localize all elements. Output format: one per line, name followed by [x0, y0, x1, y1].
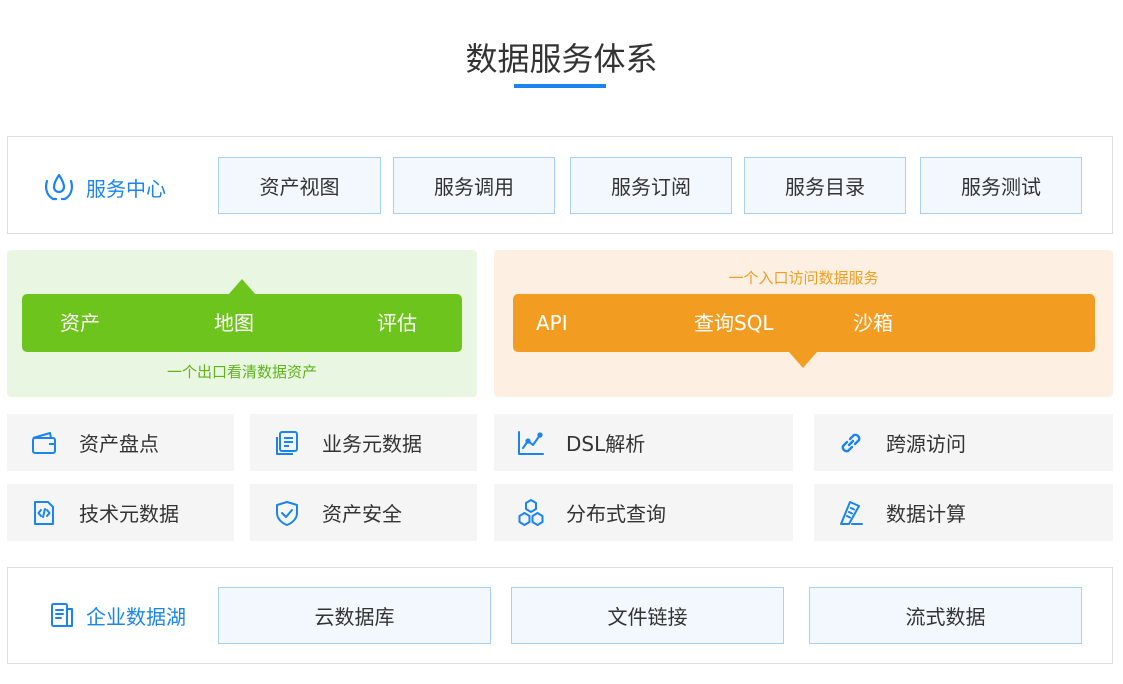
- feature-tile-asset-inventory[interactable]: 资产盘点: [7, 414, 234, 471]
- feature-label: 分布式查询: [566, 502, 666, 526]
- hexagons-icon: [516, 498, 546, 528]
- page-title: 数据服务体系: [465, 40, 658, 78]
- feature-label: DSL解析: [566, 432, 646, 456]
- data-lake-label: 企业数据湖: [48, 598, 186, 632]
- feature-tile-business-metadata[interactable]: 业务元数据: [250, 414, 477, 471]
- service-test-button[interactable]: 服务测试: [920, 157, 1082, 214]
- feature-tile-cross-source-access[interactable]: 跨源访问: [814, 414, 1113, 471]
- line-chart-icon: [516, 428, 546, 458]
- service-call-button[interactable]: 服务调用: [393, 157, 555, 214]
- access-bar-item-sql: 查询SQL: [694, 311, 774, 335]
- service-catalog-button[interactable]: 服务目录: [744, 157, 906, 214]
- asset-bar-item-asset: 资产: [60, 311, 100, 335]
- feature-tile-data-computing[interactable]: 数据计算: [814, 484, 1113, 541]
- feature-label: 跨源访问: [886, 432, 966, 456]
- document-stack-icon: [272, 428, 302, 458]
- asset-panel-caption: 一个出口看清数据资产: [166, 363, 317, 381]
- access-bar-item-sandbox: 沙箱: [853, 311, 893, 335]
- data-access-bar[interactable]: API 查询SQL 沙箱: [513, 294, 1095, 352]
- access-bar-item-api: API: [536, 311, 568, 335]
- feature-tile-dsl-parsing[interactable]: DSL解析: [494, 414, 793, 471]
- feature-tile-distributed-query[interactable]: 分布式查询: [494, 484, 793, 541]
- shield-check-icon: [272, 498, 302, 528]
- asset-bar-item-map: 地图: [214, 311, 254, 335]
- feature-tile-asset-security[interactable]: 资产安全: [250, 484, 477, 541]
- access-panel-caption: 一个入口访问数据服务: [728, 269, 879, 287]
- service-center-title: 服务中心: [86, 176, 166, 201]
- cloud-database-button[interactable]: 云数据库: [218, 587, 491, 644]
- service-center-label: 服务中心: [42, 170, 166, 204]
- streaming-data-button[interactable]: 流式数据: [809, 587, 1082, 644]
- feature-label: 资产盘点: [79, 432, 159, 456]
- asset-map-bar[interactable]: 资产 地图 评估: [22, 294, 462, 352]
- ruler-icon: [836, 498, 866, 528]
- feature-label: 数据计算: [886, 502, 966, 526]
- code-file-icon: [29, 498, 59, 528]
- book-icon: [48, 600, 76, 630]
- feature-tile-technical-metadata[interactable]: 技术元数据: [7, 484, 234, 541]
- water-drops-icon: [42, 171, 76, 203]
- asset-bar-item-evaluate: 评估: [377, 311, 417, 335]
- asset-bar-pointer: [228, 279, 256, 295]
- wallet-icon: [29, 428, 59, 458]
- link-icon: [836, 428, 866, 458]
- feature-label: 资产安全: [322, 502, 402, 526]
- data-lake-title: 企业数据湖: [86, 604, 186, 629]
- asset-view-button[interactable]: 资产视图: [218, 157, 381, 214]
- access-bar-pointer: [789, 352, 817, 368]
- feature-label: 业务元数据: [322, 432, 422, 456]
- feature-label: 技术元数据: [79, 502, 179, 526]
- title-underline: [514, 84, 606, 88]
- file-link-button[interactable]: 文件链接: [511, 587, 784, 644]
- service-subscribe-button[interactable]: 服务订阅: [570, 157, 732, 214]
